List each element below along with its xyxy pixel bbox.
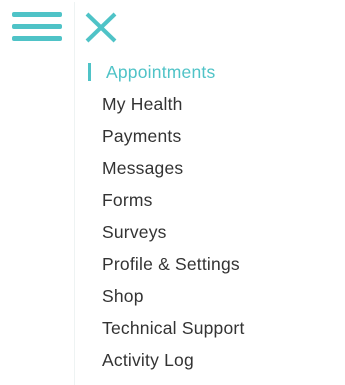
- nav-item-surveys[interactable]: Surveys: [88, 216, 338, 248]
- nav-item-appointments[interactable]: Appointments: [88, 56, 338, 88]
- nav-link-my-health[interactable]: My Health: [88, 88, 338, 120]
- nav-item-shop[interactable]: Shop: [88, 280, 338, 312]
- nav-link-appointments[interactable]: Appointments: [88, 56, 338, 88]
- nav-link-activity-log[interactable]: Activity Log: [88, 344, 338, 376]
- nav-item-messages[interactable]: Messages: [88, 152, 338, 184]
- hamburger-menu-icon[interactable]: [12, 10, 62, 44]
- nav-item-profile-settings[interactable]: Profile & Settings: [88, 248, 338, 280]
- nav-item-technical-support[interactable]: Technical Support: [88, 312, 338, 344]
- nav-link-messages[interactable]: Messages: [88, 152, 338, 184]
- nav-item-my-health[interactable]: My Health: [88, 88, 338, 120]
- nav-menu: Appointments My Health Payments Messages…: [88, 56, 338, 376]
- nav-link-technical-support[interactable]: Technical Support: [88, 312, 338, 344]
- hamburger-bar: [12, 36, 62, 41]
- nav-link-payments[interactable]: Payments: [88, 120, 338, 152]
- nav-link-surveys[interactable]: Surveys: [88, 216, 338, 248]
- nav-link-profile-settings[interactable]: Profile & Settings: [88, 248, 338, 280]
- hamburger-bar: [12, 12, 62, 17]
- nav-item-payments[interactable]: Payments: [88, 120, 338, 152]
- nav-link-shop[interactable]: Shop: [88, 280, 338, 312]
- nav-item-forms[interactable]: Forms: [88, 184, 338, 216]
- nav-item-activity-log[interactable]: Activity Log: [88, 344, 338, 376]
- active-indicator: [88, 63, 91, 81]
- nav-link-forms[interactable]: Forms: [88, 184, 338, 216]
- hamburger-bar: [12, 24, 62, 29]
